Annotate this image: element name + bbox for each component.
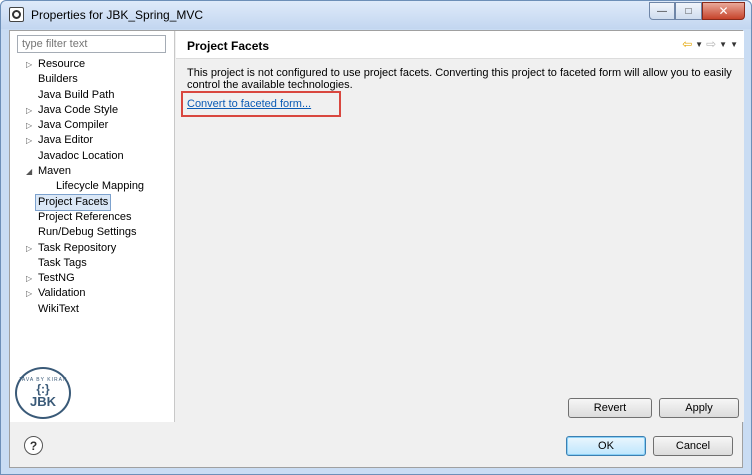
tree-item[interactable]: ▷ Task Repository [10, 241, 175, 256]
window-title: Properties for JBK_Spring_MVC [31, 8, 204, 22]
tree-item[interactable]: ▷ Java Compiler [10, 118, 175, 133]
tree-item-label: Builders [38, 73, 78, 86]
tree-item[interactable]: WikiText [10, 302, 175, 317]
cancel-button[interactable]: Cancel [653, 436, 733, 456]
view-menu-icon[interactable]: ▼ [730, 40, 738, 49]
forward-dropdown-icon[interactable]: ▼ [719, 40, 727, 49]
tree-item-label: Validation [38, 287, 86, 300]
tree-item-label: Resource [38, 58, 86, 70]
tree-item[interactable]: Builders [10, 72, 175, 87]
tree-item[interactable]: ◢ Maven [10, 164, 175, 179]
collapsed-arrow-icon[interactable]: ▷ [26, 118, 32, 133]
properties-dialog: Properties for JBK_Spring_MVC — □ ✕ ▷ Res… [0, 0, 752, 475]
tree-item[interactable]: ▷ Resource [10, 57, 175, 72]
tree-item[interactable]: Task Tags [10, 256, 175, 271]
tree-item[interactable]: Javadoc Location [10, 149, 175, 164]
apply-button[interactable]: Apply [659, 398, 739, 418]
convert-to-faceted-form-link[interactable]: Convert to faceted form... [187, 98, 311, 110]
tree-item-label: Task Tags [38, 256, 87, 269]
tree-item[interactable]: ▷ Java Code Style [10, 103, 175, 118]
help-icon[interactable]: ? [24, 436, 43, 455]
collapsed-arrow-icon[interactable]: ▷ [26, 241, 32, 256]
tree-item[interactable]: Lifecycle Mapping [10, 179, 175, 194]
page-title: Project Facets [187, 39, 270, 53]
maximize-button[interactable]: □ [675, 2, 702, 20]
dialog-body: ▷ Resource Builders Java Build Path ▷ Java Co… [9, 30, 744, 468]
tree-item-label: Java Editor [38, 134, 94, 147]
tree-item[interactable]: Run/Debug Settings [10, 225, 175, 240]
tree-item-label: Java Compiler [38, 119, 109, 132]
tree-item-label: TestNG [38, 272, 75, 285]
close-button[interactable]: ✕ [702, 2, 745, 20]
tree-item-label: Lifecycle Mapping [56, 180, 145, 193]
tree-item[interactable]: ▷ Validation [10, 286, 175, 301]
tree-item-label: Project References [38, 210, 132, 223]
eclipse-app-icon [9, 7, 24, 22]
jbk-logo: JAVA BY KIRAN {:} JBK [15, 367, 71, 419]
filter-input[interactable] [17, 35, 166, 53]
title-bar[interactable]: Properties for JBK_Spring_MVC — □ ✕ [1, 1, 751, 29]
revert-button[interactable]: Revert [568, 398, 652, 418]
page-description: This project is not configured to use pr… [187, 67, 732, 91]
tree-item-label: Task Repository [38, 241, 117, 254]
collapsed-arrow-icon[interactable]: ▷ [26, 286, 32, 301]
logo-text: JBK [29, 394, 56, 409]
tree-item-label: WikiText [38, 302, 79, 315]
tree-item-label: Run/Debug Settings [38, 226, 137, 239]
collapsed-arrow-icon[interactable]: ▷ [26, 133, 32, 148]
collapsed-arrow-icon[interactable]: ▷ [26, 271, 32, 286]
forward-arrow-icon[interactable]: ⇨ [706, 37, 716, 51]
tree-item-label: Project Facets [35, 193, 112, 211]
page-pane: Project Facets ⇦ ▼ ⇨ ▼ ▼ This project is… [176, 31, 744, 422]
category-tree: ▷ Resource Builders Java Build Path ▷ Java Co… [10, 57, 175, 317]
window-controls: — □ ✕ [649, 2, 745, 20]
collapsed-arrow-icon[interactable]: ▷ [26, 103, 32, 118]
category-pane: ▷ Resource Builders Java Build Path ▷ Java Co… [10, 31, 175, 422]
tree-item[interactable]: Project Facets [10, 193, 175, 211]
back-arrow-icon[interactable]: ⇦ [682, 37, 692, 51]
tree-item-label: Java Build Path [38, 88, 115, 101]
tree-item[interactable]: Java Build Path [10, 88, 175, 103]
tree-item[interactable]: ▷ TestNG [10, 271, 175, 286]
minimize-button[interactable]: — [649, 2, 675, 20]
history-nav: ⇦ ▼ ⇨ ▼ ▼ [682, 37, 738, 51]
expanded-arrow-icon[interactable]: ◢ [26, 164, 32, 179]
tree-item[interactable]: ▷ Java Editor [10, 133, 175, 148]
tree-item-label: Java Code Style [38, 103, 119, 116]
tree-item-label: Javadoc Location [38, 149, 124, 162]
page-header: Project Facets ⇦ ▼ ⇨ ▼ ▼ [176, 31, 744, 59]
tree-item-label: Maven [38, 165, 72, 178]
ok-button[interactable]: OK [566, 436, 646, 456]
tree-item[interactable]: Project References [10, 210, 175, 225]
back-dropdown-icon[interactable]: ▼ [695, 40, 703, 49]
collapsed-arrow-icon[interactable]: ▷ [26, 57, 32, 72]
